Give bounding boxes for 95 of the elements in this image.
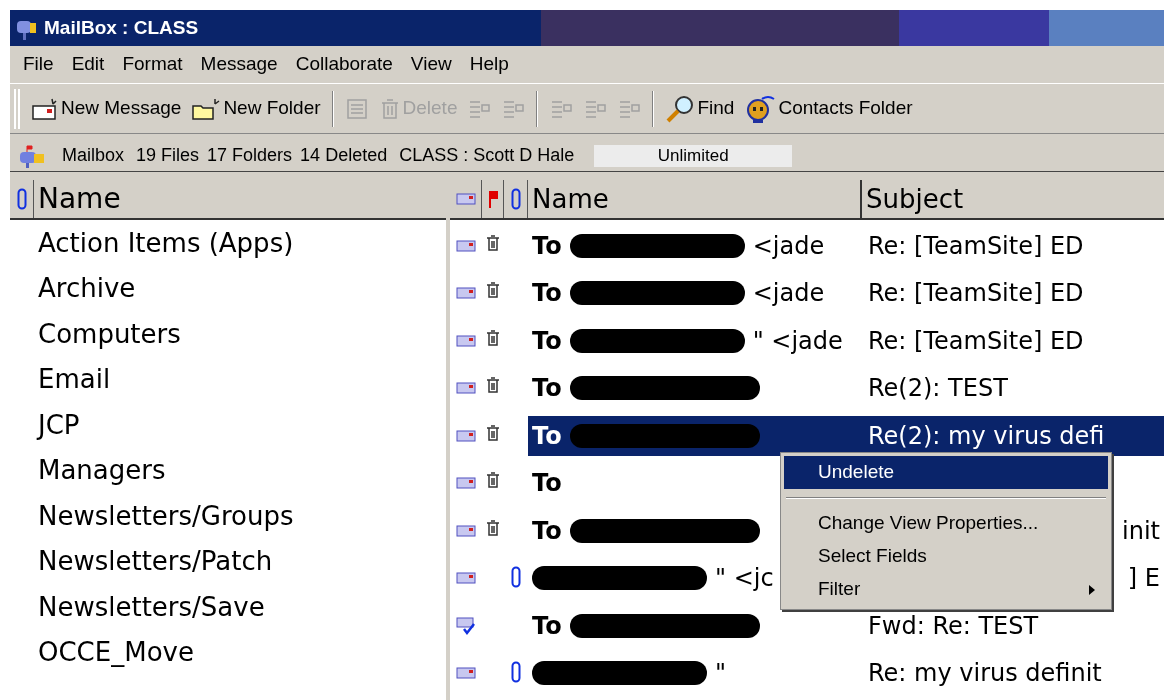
envelope-icon	[456, 666, 476, 681]
menu-item[interactable]: File	[14, 50, 63, 79]
subject-text: Re(2): TEST	[868, 373, 1008, 405]
subject-text: init	[1122, 515, 1160, 547]
contacts-icon	[744, 94, 777, 123]
subject-text: Re: [TeamSite] ED	[868, 278, 1084, 310]
deleted-count: 14 Deleted	[300, 144, 388, 167]
sender-address: <jade	[752, 230, 825, 262]
paperclip-icon	[16, 188, 27, 210]
folder-item[interactable]: Newsletters/Groups	[38, 499, 294, 532]
menu-item[interactable]: Change View Properties...	[784, 507, 1108, 540]
subject-text: Re: [TeamSite] ED	[868, 325, 1084, 357]
menu-item[interactable]: Undelete	[784, 456, 1108, 489]
toolbar-button[interactable]: New Folder	[188, 88, 324, 129]
envelope-icon	[456, 286, 476, 301]
envelope-icon	[456, 571, 476, 586]
column-header[interactable]: Subject	[862, 180, 1164, 218]
menu-item[interactable]: Message	[191, 50, 287, 79]
folder-item[interactable]: JCP	[38, 408, 80, 441]
sender-address: " <jade	[752, 325, 843, 357]
folder-item[interactable]: Newsletters/Save	[38, 590, 265, 623]
menu-item[interactable]: Help	[460, 50, 518, 79]
files-count: 19 Files	[136, 144, 200, 167]
menu-item[interactable]: Format	[113, 50, 192, 79]
envelope-icon	[456, 428, 476, 443]
sender-prefix: To	[532, 373, 562, 405]
folder-item[interactable]: Computers	[38, 317, 181, 350]
folder-item[interactable]: Email	[38, 363, 111, 396]
envelope-icon	[456, 238, 476, 253]
toolbar-button[interactable]: Contacts Folder	[741, 88, 916, 129]
trash-icon	[485, 281, 501, 300]
folder-item[interactable]: Newsletters/Patch	[38, 545, 273, 578]
trash-icon	[485, 328, 501, 347]
menu-item[interactable]: Edit	[62, 50, 114, 79]
sender-cell[interactable]: To " <jade	[528, 320, 847, 361]
envelope-icon	[456, 333, 476, 348]
sender-cell[interactable]: To <jade	[528, 273, 829, 314]
envelope-icon	[31, 96, 59, 121]
folder-item[interactable]: OCCE_Move	[38, 636, 194, 669]
sender-address: "	[715, 658, 727, 690]
envelope-icon	[455, 192, 476, 206]
sender-cell[interactable]: " <jc	[528, 558, 778, 599]
folder-icon	[191, 96, 222, 121]
trash-icon	[485, 423, 501, 442]
menu-item[interactable]: Collaborate	[286, 50, 402, 79]
sender-cell[interactable]: To <jade	[528, 225, 829, 266]
sender-cell[interactable]: To	[528, 510, 764, 551]
submenu-arrow-icon	[1088, 583, 1096, 596]
toolbar-button[interactable]: Find	[662, 88, 738, 129]
sender-prefix: To	[532, 230, 562, 262]
user-label: CLASS : Scott D Hale	[399, 144, 575, 167]
folder-item[interactable]: Managers	[38, 454, 166, 487]
envelope-icon	[456, 381, 476, 396]
subject-text: ] E	[1127, 563, 1160, 595]
trash-icon	[485, 518, 501, 537]
mailbox-label: Mailbox	[62, 144, 125, 167]
sender-prefix: To	[532, 325, 562, 357]
menu-item[interactable]: Filter	[784, 573, 1108, 606]
envelope-icon	[456, 523, 476, 538]
search-icon	[665, 94, 696, 123]
toolbar-button[interactable]: New Message	[28, 88, 185, 129]
sender-cell[interactable]: "	[528, 653, 731, 694]
trash-icon	[485, 471, 501, 490]
sender-cell[interactable]: To	[528, 415, 864, 456]
subject-text: Re: my virus definit	[868, 658, 1102, 690]
trash-icon	[485, 376, 501, 395]
envelope-icon	[456, 476, 476, 491]
sender-prefix: To	[532, 515, 562, 547]
sender-prefix: To	[532, 610, 562, 642]
menu-item[interactable]: Select Fields	[784, 540, 1108, 573]
trash-icon	[485, 233, 501, 252]
paperclip-icon	[510, 188, 521, 210]
quota-field: Unlimited	[594, 144, 793, 167]
sender-prefix: To	[532, 278, 562, 310]
folders-count: 17 Folders	[207, 144, 293, 167]
sender-address: " <jc	[715, 563, 774, 595]
sender-cell[interactable]: To	[528, 605, 764, 646]
paperclip-icon	[511, 661, 521, 684]
document-icon	[344, 96, 369, 121]
flag-icon	[486, 189, 499, 209]
window-title: MailBox : CLASS	[44, 15, 199, 40]
folder-item[interactable]: Archive	[38, 272, 136, 305]
sender-cell[interactable]: To	[528, 368, 764, 409]
menu-item[interactable]: View	[401, 50, 461, 79]
subject-text: Re(2): my virus defi	[868, 420, 1105, 452]
mailbox-icon	[18, 143, 46, 168]
paperclip-icon	[511, 566, 521, 589]
subject-text: Fwd: Re: TEST	[868, 610, 1039, 642]
sender-address: <jade	[752, 278, 825, 310]
sender-prefix: To	[532, 420, 562, 452]
toolbar-grip	[14, 88, 20, 129]
folder-item[interactable]: Action Items (Apps)	[38, 226, 294, 259]
subject-text: Re: [TeamSite] ED	[868, 230, 1084, 262]
envelope-check-icon	[456, 615, 476, 636]
column-header[interactable]: Name	[528, 180, 862, 218]
